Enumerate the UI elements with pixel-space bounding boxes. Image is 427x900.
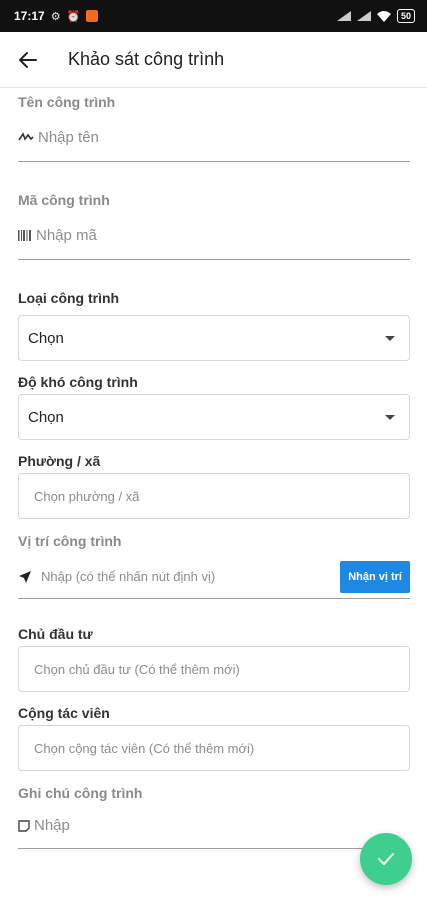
status-right: 50 bbox=[336, 9, 415, 23]
ma-cong-trinh-label: Mã công trình bbox=[18, 192, 110, 208]
ghi-chu-label: Ghi chú công trình bbox=[18, 785, 143, 801]
check-icon bbox=[378, 853, 394, 865]
arrow-back-icon bbox=[19, 51, 37, 68]
status-left: 17:17 ⚙ ⏰ bbox=[14, 9, 99, 23]
ten-cong-trinh-label: Tên công trình bbox=[18, 94, 116, 110]
app-notification-icon bbox=[86, 10, 99, 22]
chu-dau-tu-placeholder: Chọn chủ đầu tư (Có thể thêm mới) bbox=[34, 661, 240, 677]
ghi-chu-input[interactable]: Nhập bbox=[18, 803, 410, 849]
settings-status-icon: ⚙ bbox=[50, 10, 61, 23]
battery-icon: 50 bbox=[396, 9, 415, 23]
get-location-button[interactable]: Nhận vị trí bbox=[340, 560, 410, 593]
ten-cong-trinh-placeholder: Nhập tên bbox=[38, 128, 99, 146]
cong-tac-vien-select[interactable]: Chọn cộng tác viên (Có thể thêm mới) bbox=[18, 725, 410, 771]
page-title: Khảo sát công trình bbox=[68, 49, 225, 69]
ten-cong-trinh-input[interactable]: Nhập tên bbox=[18, 113, 410, 162]
cong-tac-vien-placeholder: Chọn cộng tác viên (Có thể thêm mới) bbox=[34, 740, 255, 756]
ma-cong-trinh-placeholder: Nhập mã bbox=[36, 226, 97, 244]
ma-cong-trinh-input[interactable]: Nhập mã bbox=[18, 211, 410, 260]
vi-tri-input[interactable]: Nhập (có thể nhấn nút định vị) Nhận vị t… bbox=[18, 555, 410, 599]
loai-cong-trinh-value: Chọn bbox=[28, 329, 64, 347]
navigation-icon bbox=[18, 570, 32, 584]
phuong-xa-select[interactable]: Chọn phường / xã bbox=[18, 473, 410, 519]
do-kho-label: Độ khó công trình bbox=[18, 374, 138, 390]
back-button[interactable] bbox=[16, 48, 40, 72]
app-bar: Khảo sát công trình bbox=[0, 32, 427, 88]
do-kho-value: Chọn bbox=[28, 408, 64, 426]
note-icon bbox=[18, 819, 30, 832]
phuong-xa-label: Phường / xã bbox=[18, 453, 101, 469]
loai-cong-trinh-label: Loại công trình bbox=[18, 290, 120, 306]
status-bar: 17:17 ⚙ ⏰ 50 bbox=[0, 0, 427, 32]
chu-dau-tu-label: Chủ đầu tư bbox=[18, 626, 93, 642]
vi-tri-label: Vị trí công trình bbox=[18, 533, 122, 549]
do-kho-select[interactable]: Chọn bbox=[18, 394, 410, 440]
barcode-icon bbox=[18, 229, 32, 241]
survey-form: Tên công trình Nhập tên Mã công trình Nh… bbox=[0, 94, 427, 849]
cong-tac-vien-label: Cộng tác viên bbox=[18, 705, 110, 721]
phuong-xa-placeholder: Chọn phường / xã bbox=[34, 488, 140, 504]
wifi-icon bbox=[376, 10, 391, 22]
status-time: 17:17 bbox=[14, 9, 45, 23]
ghi-chu-placeholder: Nhập bbox=[34, 817, 70, 834]
vi-tri-placeholder: Nhập (có thể nhấn nút định vị) bbox=[41, 569, 216, 584]
signal-icon-2 bbox=[356, 11, 371, 21]
alarm-status-icon: ⏰ bbox=[66, 10, 81, 23]
signal-icon bbox=[336, 11, 351, 21]
dropdown-arrow-icon bbox=[385, 414, 395, 420]
chu-dau-tu-select[interactable]: Chọn chủ đầu tư (Có thể thêm mới) bbox=[18, 646, 410, 692]
dropdown-arrow-icon bbox=[385, 335, 395, 341]
signature-icon bbox=[18, 132, 34, 142]
submit-fab-button[interactable] bbox=[360, 833, 412, 885]
loai-cong-trinh-select[interactable]: Chọn bbox=[18, 315, 410, 361]
